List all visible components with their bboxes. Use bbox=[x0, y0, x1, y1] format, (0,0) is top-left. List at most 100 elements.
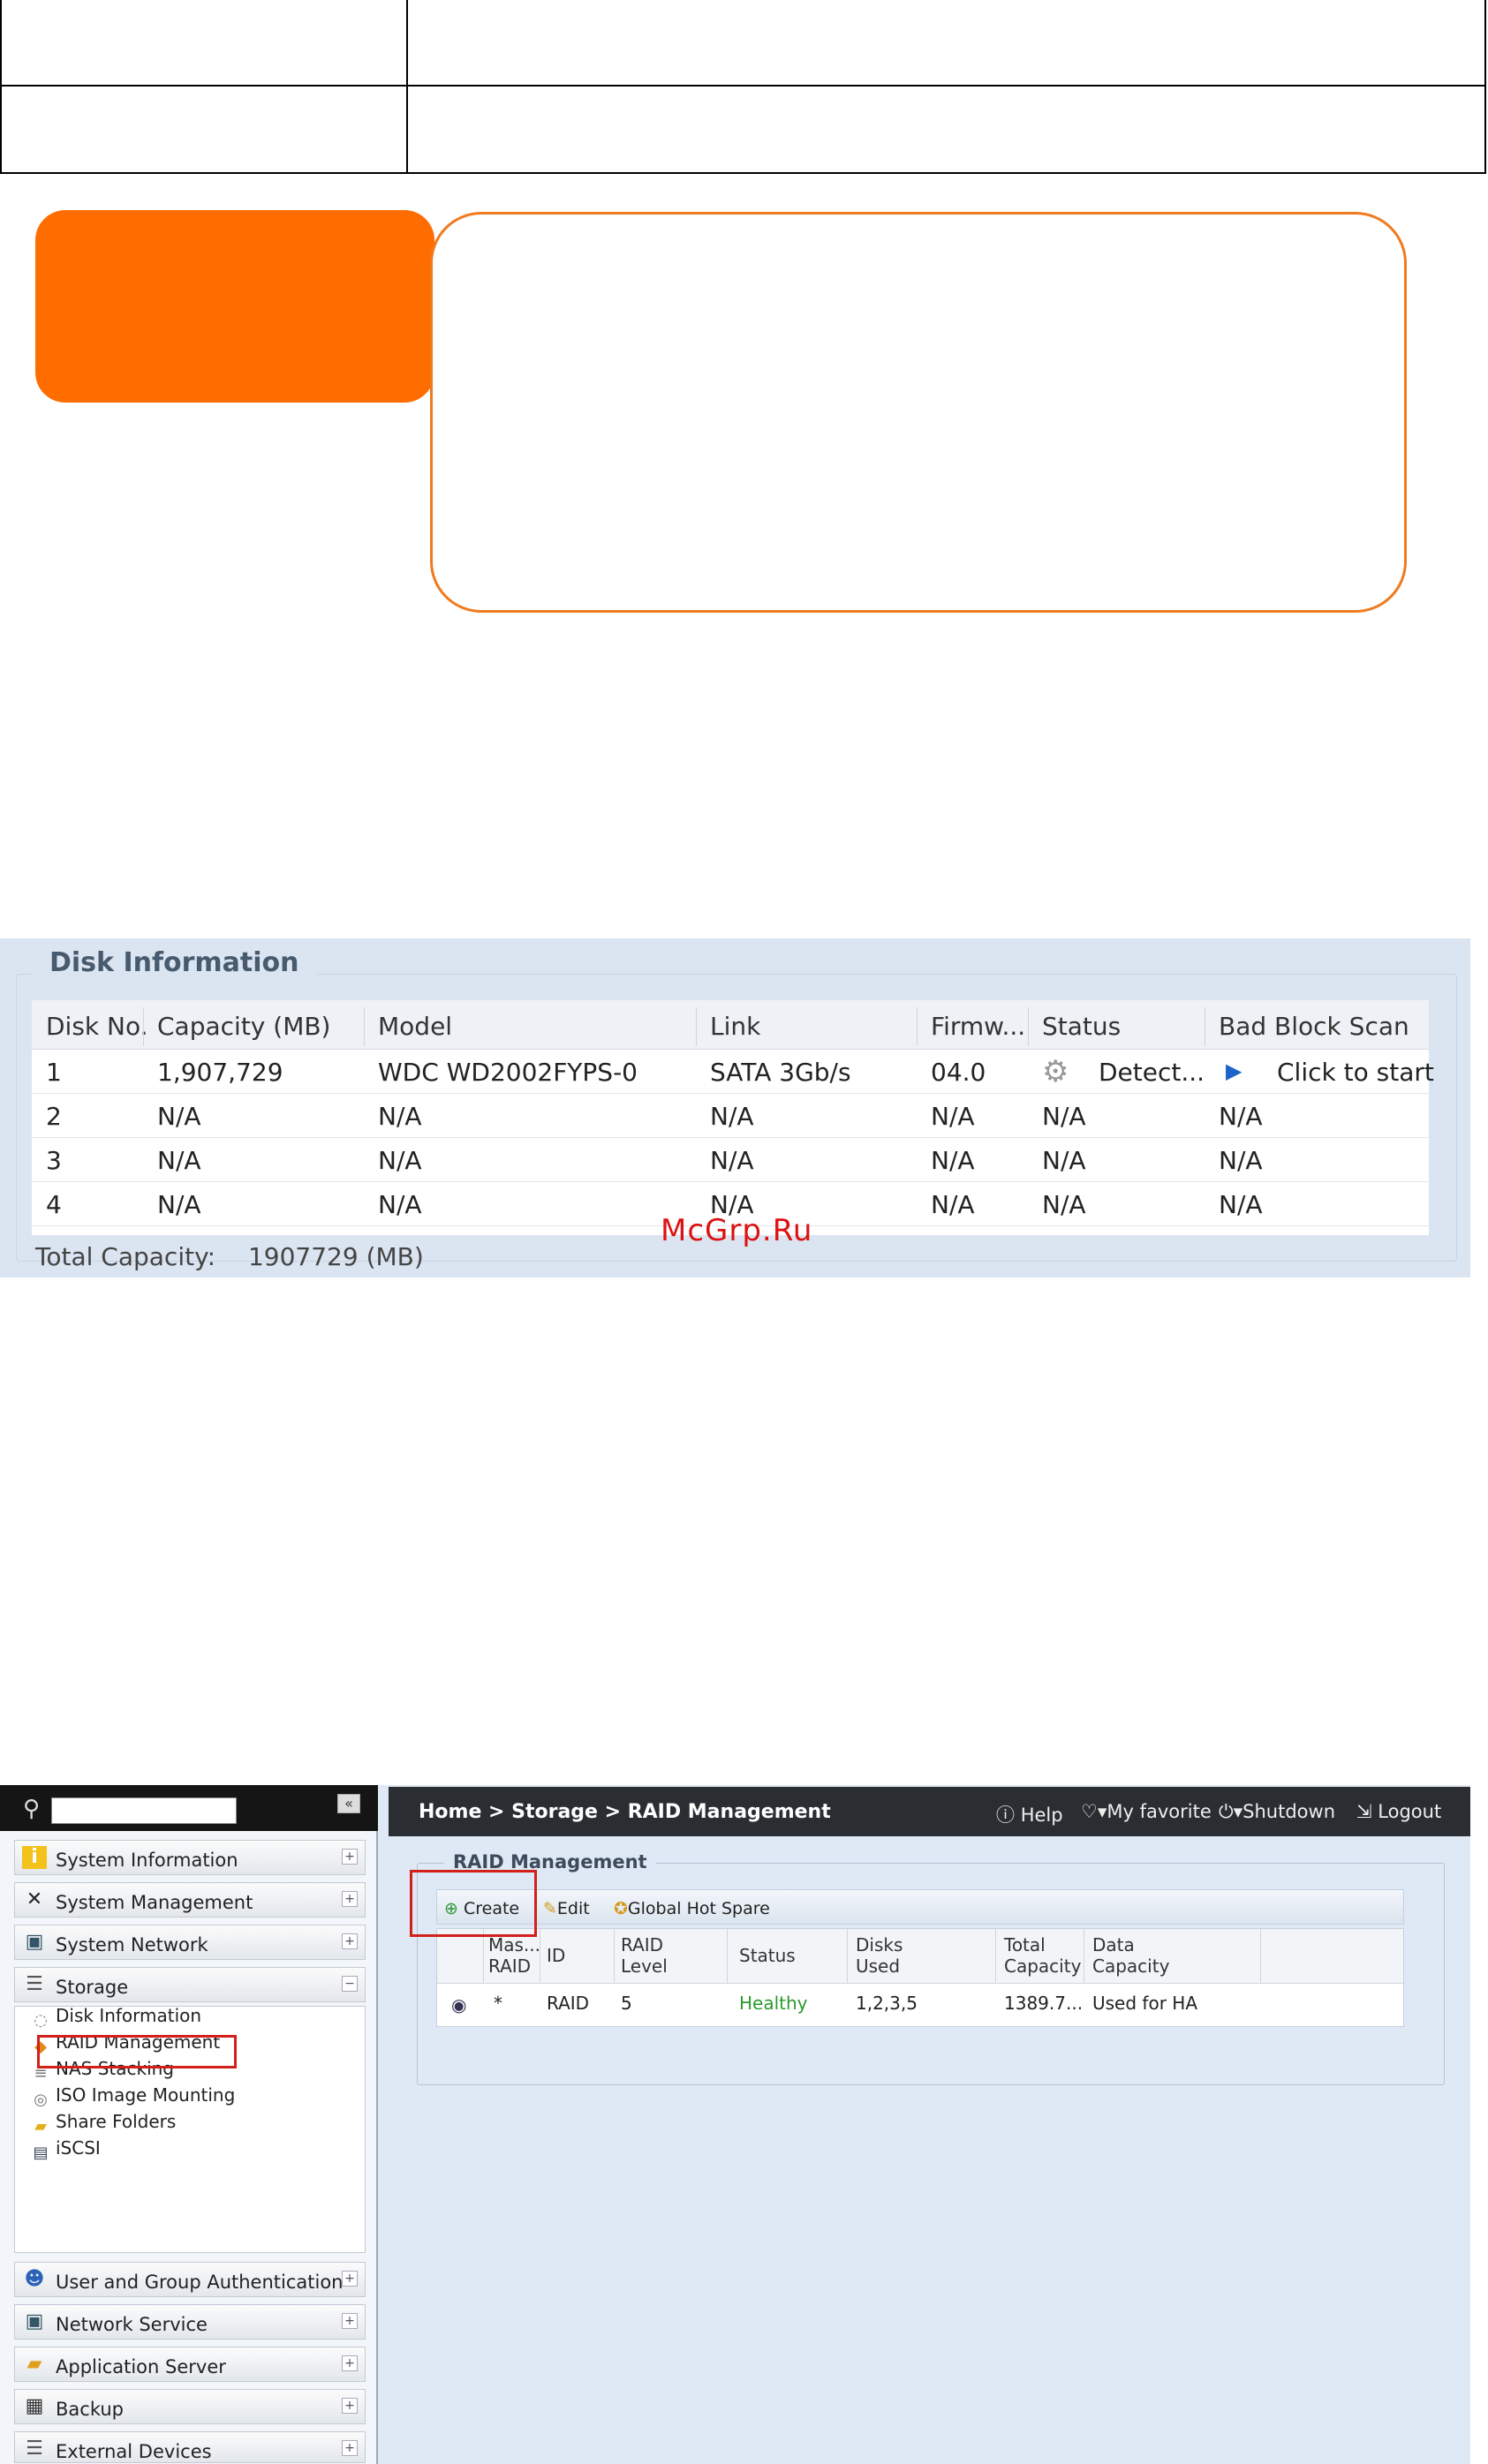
disk-firmware: N/A bbox=[931, 1190, 975, 1219]
disk-model: N/A bbox=[378, 1102, 422, 1131]
expand-icon[interactable]: + bbox=[342, 2271, 358, 2287]
menu-user-group-authentication[interactable]: ☻ User and Group Authentication + bbox=[14, 2262, 366, 2297]
col-sep bbox=[483, 1929, 484, 1984]
radio-button[interactable]: ◉ bbox=[451, 1994, 466, 2016]
users-icon: ☻ bbox=[24, 2268, 45, 2290]
col-capacity[interactable]: Capacity (MB) bbox=[157, 1014, 330, 1039]
expand-icon[interactable]: + bbox=[342, 1933, 358, 1949]
raid-status: Healthy bbox=[739, 1993, 808, 2014]
search-icon[interactable]: ⚲ bbox=[23, 1796, 40, 1822]
expand-icon[interactable]: + bbox=[342, 2440, 358, 2456]
menu-storage[interactable]: ☰ Storage − bbox=[14, 1967, 366, 2002]
menu-label: External Devices bbox=[56, 2441, 212, 2462]
col-disks-used[interactable]: Disks Used bbox=[856, 1934, 918, 1977]
callout-bubble bbox=[430, 212, 1407, 613]
shutdown-label: Shutdown bbox=[1243, 1801, 1336, 1822]
disk-firmware: N/A bbox=[931, 1146, 975, 1175]
backup-icon: ▦ bbox=[25, 2395, 44, 2417]
collapse-menu-icon[interactable]: − bbox=[342, 1976, 358, 1992]
collapse-icon[interactable]: « bbox=[337, 1794, 360, 1813]
submenu-iscsi[interactable]: ▤ iSCSI bbox=[31, 2137, 100, 2163]
col-disk-no[interactable]: Disk No. bbox=[46, 1014, 148, 1039]
menu-label: Network Service bbox=[56, 2314, 208, 2335]
menu-application-server[interactable]: ▰ Application Server + bbox=[14, 2347, 366, 2382]
disk-capacity: N/A bbox=[157, 1102, 201, 1131]
disk-table: Disk No. Capacity (MB) Model Link Firmw.… bbox=[32, 1000, 1434, 1235]
scan-link[interactable]: Click to start bbox=[1277, 1060, 1434, 1085]
col-status[interactable]: Status bbox=[1042, 1014, 1121, 1039]
disk-model: N/A bbox=[378, 1146, 422, 1175]
menu-network-service[interactable]: ▣ Network Service + bbox=[14, 2304, 366, 2340]
breadcrumb[interactable]: Home > Storage > RAID Management bbox=[419, 1801, 831, 1823]
expand-icon[interactable]: + bbox=[342, 2313, 358, 2329]
table-row[interactable]: 1 1,907,729 WDC WD2002FYPS-0 SATA 3Gb/s … bbox=[32, 1050, 1434, 1094]
highlight-raid-management bbox=[37, 2035, 237, 2068]
table-row[interactable]: 2 N/A N/A N/A N/A N/A N/A bbox=[32, 1094, 1429, 1138]
disk-link: N/A bbox=[710, 1102, 754, 1131]
col-master-raid[interactable]: Mas... RAID bbox=[488, 1934, 541, 1977]
expand-icon[interactable]: + bbox=[342, 2398, 358, 2414]
disk-firmware: 04.0 bbox=[931, 1058, 986, 1087]
edit-button[interactable]: ✎Edit bbox=[543, 1899, 590, 1918]
menu-system-information[interactable]: i System Information + bbox=[14, 1840, 366, 1875]
nas-header-bar: Home > Storage > RAID Management ⓘ Help … bbox=[389, 1787, 1470, 1836]
play-icon[interactable]: ▶ bbox=[1226, 1060, 1242, 1081]
menu-external-devices[interactable]: ☰ External Devices + bbox=[14, 2431, 366, 2463]
menu-label: User and Group Authentication bbox=[56, 2272, 344, 2293]
help-button[interactable]: ⓘ Help bbox=[996, 1801, 1063, 1827]
submenu-disk-information[interactable]: ◌ Disk Information bbox=[31, 2005, 201, 2031]
disk-no: 4 bbox=[46, 1190, 62, 1219]
favorite-label: My favorite bbox=[1107, 1801, 1212, 1822]
raid-disks: 1,2,3,5 bbox=[856, 1993, 918, 2014]
expand-icon[interactable]: + bbox=[342, 2355, 358, 2371]
col-sep bbox=[364, 1007, 365, 1046]
col-sep bbox=[995, 1929, 996, 1984]
disk-no: 2 bbox=[46, 1102, 62, 1131]
menu-system-management[interactable]: ✕ System Management + bbox=[14, 1882, 366, 1918]
col-data-capacity[interactable]: Data Capacity bbox=[1092, 1934, 1169, 1977]
watermark: McGrp.Ru bbox=[661, 1213, 813, 1248]
disk-no: 1 bbox=[46, 1058, 62, 1087]
favorite-button[interactable]: ♡▾My favorite bbox=[1081, 1801, 1212, 1822]
menu-backup[interactable]: ▦ Backup + bbox=[14, 2389, 366, 2424]
total-capacity-label: Total Capacity: bbox=[35, 1242, 216, 1271]
search-input[interactable] bbox=[51, 1797, 237, 1824]
col-sep bbox=[696, 1007, 697, 1046]
iso-icon: ◎ bbox=[34, 2091, 48, 2109]
submenu-iso-image-mounting[interactable]: ◎ ISO Image Mounting bbox=[31, 2084, 235, 2110]
network-service-icon: ▣ bbox=[25, 2310, 44, 2332]
col-sep bbox=[1028, 1007, 1029, 1046]
iscsi-icon: ▤ bbox=[33, 2144, 49, 2162]
disk-model: N/A bbox=[378, 1190, 422, 1219]
col-raid-level[interactable]: RAID Level bbox=[621, 1934, 683, 1977]
disk-table-header: Disk No. Capacity (MB) Model Link Firmw.… bbox=[32, 1000, 1429, 1050]
tools-icon: ✕ bbox=[26, 1888, 43, 1910]
logout-button[interactable]: ⇲ Logout bbox=[1356, 1801, 1441, 1822]
raid-table-header: Mas... RAID ID RAID Level Status Disks U… bbox=[437, 1929, 1403, 1984]
menu-label: Storage bbox=[56, 1977, 129, 1998]
col-status[interactable]: Status bbox=[739, 1945, 796, 1966]
network-icon: ▣ bbox=[25, 1931, 44, 1953]
help-label: Help bbox=[1020, 1805, 1063, 1826]
col-id[interactable]: ID bbox=[547, 1945, 565, 1966]
raid-master: * bbox=[494, 1993, 502, 2014]
raid-level: 5 bbox=[621, 1993, 632, 2014]
help-icon: ⓘ bbox=[996, 1805, 1021, 1826]
raid-toolbar: ⊕ Create ✎Edit ✪Global Hot Spare bbox=[436, 1889, 1404, 1925]
menu-system-network[interactable]: ▣ System Network + bbox=[14, 1925, 366, 1960]
disk-link: N/A bbox=[710, 1146, 754, 1175]
raid-total: 1389.7... bbox=[1004, 1993, 1084, 2014]
expand-icon[interactable]: + bbox=[342, 1849, 358, 1865]
submenu-share-folders[interactable]: ▰ Share Folders bbox=[31, 2111, 176, 2136]
expand-icon[interactable]: + bbox=[342, 1891, 358, 1907]
col-model[interactable]: Model bbox=[378, 1014, 452, 1039]
global-hot-spare-button[interactable]: ✪Global Hot Spare bbox=[614, 1899, 770, 1918]
table-row[interactable]: 3 N/A N/A N/A N/A N/A N/A bbox=[32, 1138, 1429, 1182]
shutdown-button[interactable]: ⏻▾Shutdown bbox=[1219, 1801, 1335, 1823]
top-table-row bbox=[2, 87, 1484, 174]
col-total-capacity[interactable]: Total Capacity bbox=[1004, 1934, 1081, 1977]
col-firmware[interactable]: Firmw... bbox=[931, 1014, 1025, 1039]
submenu-label: Disk Information bbox=[56, 2005, 202, 2026]
col-link[interactable]: Link bbox=[710, 1014, 760, 1039]
col-bad-block-scan[interactable]: Bad Block Scan bbox=[1219, 1014, 1409, 1039]
